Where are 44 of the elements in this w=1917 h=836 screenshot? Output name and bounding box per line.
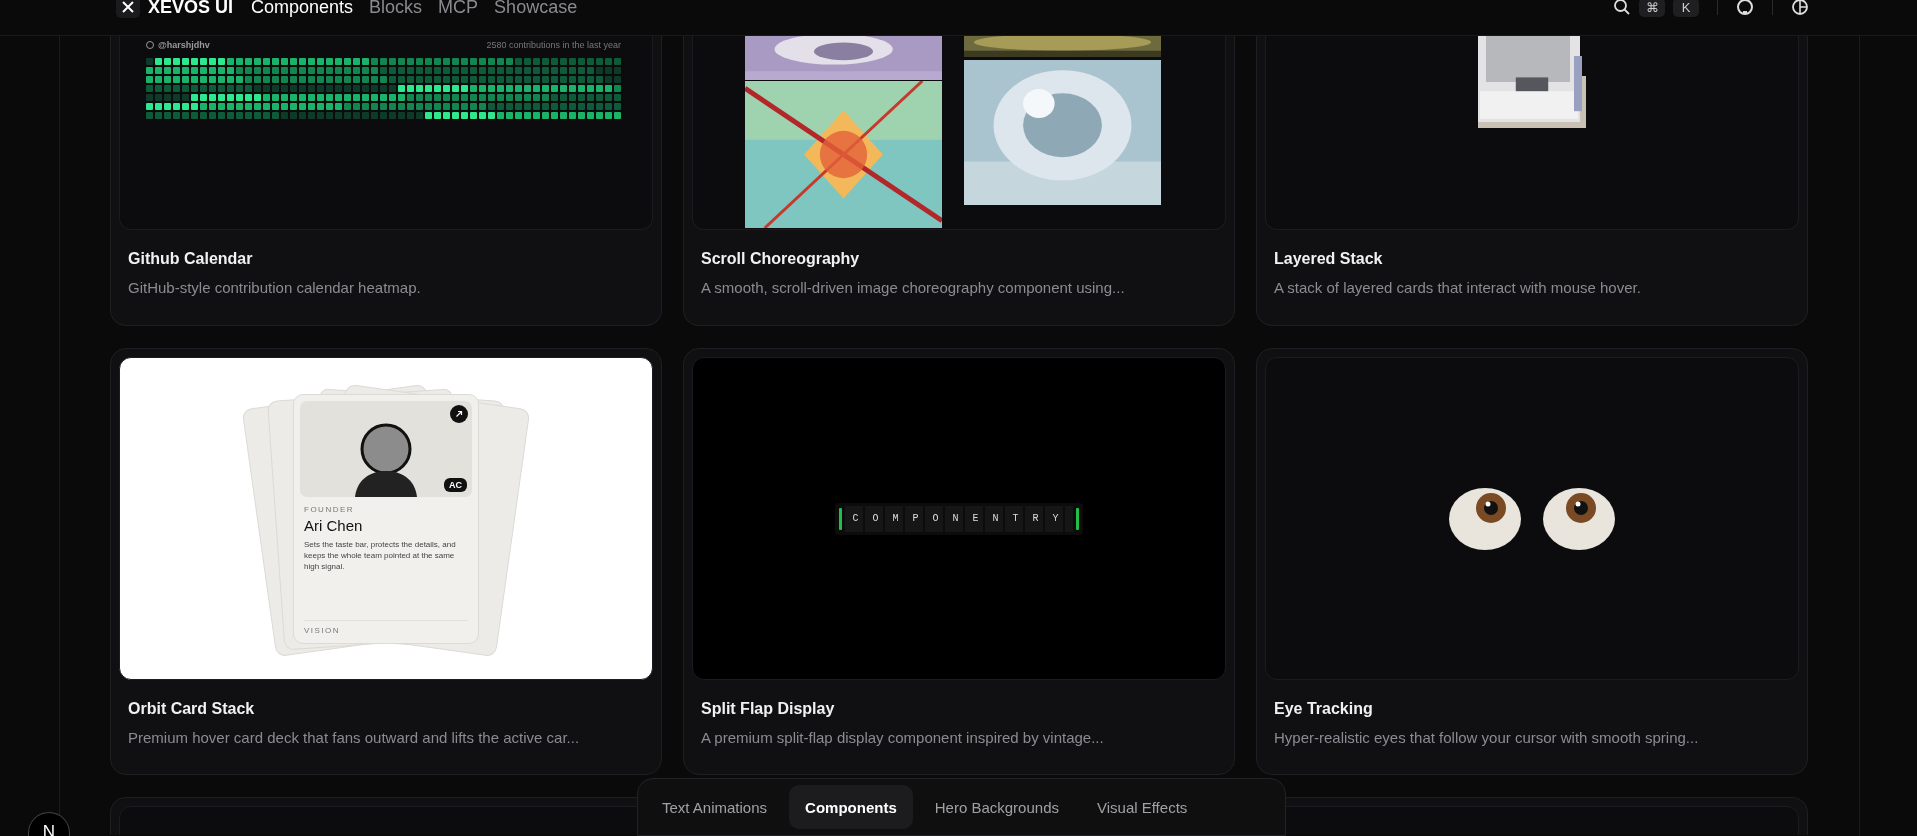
- initials-badge: AC: [444, 477, 467, 492]
- person-bio: Sets the taste bar, protects the details, and keeps the whole team pointed at the same high signal.: [304, 538, 457, 572]
- card-title[interactable]: Layered Stack: [1274, 250, 1790, 268]
- card-title[interactable]: Scroll Choreography: [701, 250, 1217, 268]
- card-description: A stack of layered cards that interact with mouse hover.: [1274, 279, 1642, 296]
- eye-drawing: [1543, 487, 1615, 550]
- category-tab[interactable]: Components: [789, 785, 913, 829]
- card-description: A premium split-flap display component inspired by vintage...: [701, 729, 1105, 746]
- role-label: FOUNDER: [304, 504, 356, 514]
- component-card[interactable]: @harshjdhv 2580 contributions in the last year Github Calendar GitHub-style contribution calendar heatmap.: [110, 36, 662, 326]
- nav-link[interactable]: MCP: [438, 0, 479, 18]
- nav-link[interactable]: Showcase: [494, 0, 578, 18]
- shortcut-key: ⌘: [1639, 0, 1665, 17]
- category-tab[interactable]: Hero Backgrounds: [918, 785, 1075, 829]
- indicator-bar: [1075, 507, 1079, 530]
- card-title[interactable]: Eye Tracking: [1274, 700, 1790, 718]
- card-title[interactable]: Split Flap Display: [701, 700, 1217, 718]
- card-description: A smooth, scroll-driven image choreography component using...: [701, 279, 1126, 296]
- card-description: GitHub-style contribution calendar heatmap.: [128, 279, 422, 296]
- card-description: Hyper-realistic eyes that follow your cursor with smooth spring...: [1274, 729, 1700, 746]
- nav-link[interactable]: Blocks: [369, 0, 423, 18]
- eye-drawing: [1449, 487, 1521, 550]
- github-icon[interactable]: [1736, 0, 1754, 16]
- logo-text[interactable]: XEVOS UI: [148, 0, 234, 18]
- search-icon[interactable]: [1613, 0, 1631, 16]
- category-tab[interactable]: Visual Effects: [1080, 785, 1204, 829]
- component-card[interactable]: Eye Tracking Hyper-realistic eyes that follow your cursor with smooth spring...: [1256, 348, 1808, 775]
- split-flap-text: COMPONENTRY: [845, 505, 1073, 532]
- card-title[interactable]: Orbit Card Stack: [128, 700, 644, 718]
- component-card[interactable]: COMPONENTRY Split Flap Display A premium split-flap display component inspired by vintage...: [683, 348, 1235, 775]
- nav-link[interactable]: Components: [251, 0, 354, 18]
- component-card[interactable]: Layered Stack A stack of layered cards that interact with mouse hover.: [1256, 36, 1808, 326]
- logo-mark[interactable]: [116, 0, 140, 18]
- indicator-bar: [839, 507, 843, 530]
- theme-toggle-icon[interactable]: [1791, 0, 1809, 16]
- section-label: VISION: [304, 619, 468, 635]
- card-description: Premium hover card deck that fans outward and lifts the active car...: [128, 729, 581, 746]
- username: @harshjdhv: [158, 40, 210, 50]
- card-title[interactable]: Github Calendar: [128, 250, 644, 268]
- category-tab[interactable]: Text Animations: [646, 785, 784, 829]
- person-name: Ari Chen: [304, 516, 364, 534]
- shortcut-key: K: [1673, 0, 1699, 17]
- component-card[interactable]: [110, 348, 662, 775]
- contribution-count: 2580 contributions in the last year: [486, 40, 621, 50]
